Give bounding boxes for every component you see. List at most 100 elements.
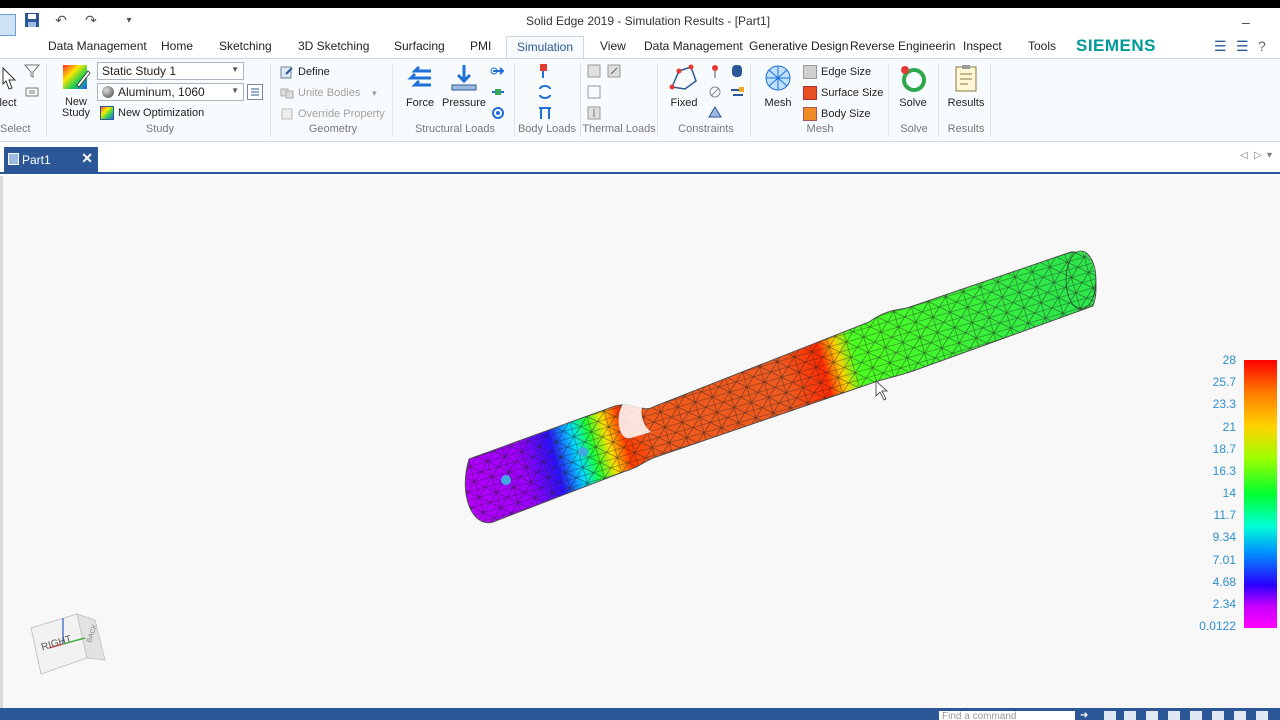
close-icon[interactable]: ✕	[81, 150, 93, 167]
separator	[392, 63, 393, 137]
tab-sketching[interactable]: Sketching	[219, 39, 272, 53]
tab-scroll-left-icon[interactable]: ◁	[1240, 150, 1248, 161]
ribbon: lect Select New Study Static Study 1 ▼ A…	[0, 58, 1280, 142]
override-property-icon	[280, 107, 294, 121]
radiation-icon[interactable]	[586, 105, 602, 121]
override-property-label: Override Property	[298, 108, 385, 120]
new-study-label-2: Study	[61, 107, 91, 119]
legend-tick-label: 28	[1222, 353, 1236, 367]
layout-icon[interactable]: ☰	[1214, 38, 1227, 55]
separator	[270, 63, 271, 137]
tab-data-management-2[interactable]: Data Management	[644, 39, 743, 53]
connector-icon[interactable]	[729, 84, 745, 100]
document-tab-label: Part1	[22, 152, 51, 167]
edge-size-button[interactable]: Edge Size	[803, 65, 871, 79]
angular-velocity-icon[interactable]	[537, 84, 553, 100]
rotate-icon[interactable]	[1190, 711, 1202, 720]
group-label-geometry: Geometry	[308, 123, 358, 135]
torque-icon[interactable]	[490, 63, 506, 79]
new-study-button[interactable]: New Study	[58, 63, 94, 119]
separator	[657, 63, 658, 137]
zoom-area-icon[interactable]	[1124, 711, 1136, 720]
tab-data-management[interactable]: Data Management	[48, 39, 147, 53]
results-button[interactable]: Results	[944, 63, 988, 109]
layout-alt-icon[interactable]: ☰	[1236, 38, 1249, 55]
siemens-logo: SIEMENS	[1076, 36, 1157, 55]
view-orient-icon[interactable]	[1212, 711, 1224, 720]
solve-button[interactable]: Solve	[895, 63, 931, 109]
pan-icon[interactable]	[1168, 711, 1180, 720]
surface-size-label: Surface Size	[821, 87, 884, 99]
fit-view-icon[interactable]	[1104, 711, 1116, 720]
tab-view[interactable]: View	[600, 39, 626, 53]
separator	[514, 63, 515, 137]
bearing-load-icon[interactable]	[490, 84, 506, 100]
remote-load-icon[interactable]	[490, 105, 506, 121]
document-tab-part1[interactable]: Part1 ✕	[4, 147, 98, 172]
help-icon[interactable]: ?	[1258, 38, 1266, 54]
unite-bodies-button[interactable]: Unite Bodies ▼	[280, 86, 378, 100]
tab-generative-design[interactable]: Generative Design	[749, 39, 848, 53]
heat-flux-icon[interactable]	[606, 63, 622, 79]
override-property-button[interactable]: Override Property	[280, 107, 385, 121]
minimize-button[interactable]: –	[1242, 14, 1250, 30]
cylindrical-icon[interactable]	[729, 63, 745, 79]
tab-scroll-right-icon[interactable]: ▷	[1254, 150, 1262, 161]
pinned-icon[interactable]	[707, 63, 723, 79]
fixed-icon	[669, 63, 699, 93]
no-rotation-icon[interactable]	[707, 84, 723, 100]
tab-3d-sketching[interactable]: 3D Sketching	[298, 39, 369, 53]
tab-surfacing[interactable]: Surfacing	[394, 39, 445, 53]
group-label-solve: Solve	[900, 123, 928, 135]
render-style-icon[interactable]	[1234, 711, 1246, 720]
part-icon	[8, 153, 19, 165]
convection-icon[interactable]	[586, 84, 602, 100]
tab-reverse-engineering[interactable]: Reverse Engineerin	[850, 39, 955, 53]
tab-home[interactable]: Home	[161, 39, 193, 53]
settings-icon[interactable]	[1256, 711, 1268, 720]
temperature-icon[interactable]	[586, 63, 602, 79]
stress-model[interactable]	[3, 176, 1280, 708]
edge-size-label: Edge Size	[821, 66, 872, 78]
centrifugal-icon[interactable]	[537, 105, 553, 121]
view-cube[interactable]: RIGHT BACK	[29, 608, 109, 678]
pressure-button[interactable]: Pressure	[441, 63, 487, 109]
legend-tick-label: 7.01	[1212, 552, 1236, 567]
sliding-icon[interactable]	[707, 105, 723, 121]
tab-list-icon[interactable]: ▾	[1267, 150, 1272, 161]
new-optimization-button[interactable]: New Optimization	[100, 106, 204, 120]
gravity-icon[interactable]	[537, 63, 553, 79]
edge-size-icon	[803, 65, 817, 79]
optimization-icon	[100, 106, 114, 120]
unite-bodies-icon	[280, 86, 294, 100]
select-button[interactable]: lect	[0, 63, 22, 109]
select-option-icon[interactable]	[24, 85, 40, 99]
define-button[interactable]: Define	[280, 65, 330, 79]
surface-size-button[interactable]: Surface Size	[803, 86, 883, 100]
unite-bodies-label: Unite Bodies	[298, 87, 361, 99]
legend-tick-label: 2.34	[1212, 596, 1236, 611]
find-command-input[interactable]: Find a command	[939, 711, 1075, 720]
force-icon	[405, 63, 435, 93]
filter-icon[interactable]	[23, 63, 41, 79]
legend-tick-label: 16.3	[1212, 463, 1236, 478]
forward-arrow-icon[interactable]: ➜	[1080, 711, 1094, 720]
legend-tick-label: 23.3	[1212, 397, 1236, 412]
separator	[750, 63, 751, 137]
tab-inspect[interactable]: Inspect	[963, 39, 1002, 53]
body-size-button[interactable]: Body Size	[803, 107, 871, 121]
graphics-viewport[interactable]: RIGHT BACK	[0, 176, 1280, 708]
tab-pmi[interactable]: PMI	[470, 39, 491, 53]
force-button[interactable]: Force	[402, 63, 438, 109]
tab-tools[interactable]: Tools	[1028, 39, 1056, 53]
zoom-icon[interactable]	[1146, 711, 1158, 720]
group-label-mesh: Mesh	[806, 123, 834, 135]
group-label-results: Results	[947, 123, 985, 135]
material-select[interactable]: Aluminum, 1060 ▼	[97, 83, 244, 101]
study-select[interactable]: Static Study 1 ▼	[97, 62, 244, 80]
solve-icon	[898, 63, 928, 93]
fixed-button[interactable]: Fixed	[666, 63, 702, 109]
mesh-button[interactable]: Mesh	[760, 63, 796, 109]
tab-simulation[interactable]: Simulation	[506, 36, 585, 58]
material-table-icon[interactable]	[247, 84, 263, 100]
